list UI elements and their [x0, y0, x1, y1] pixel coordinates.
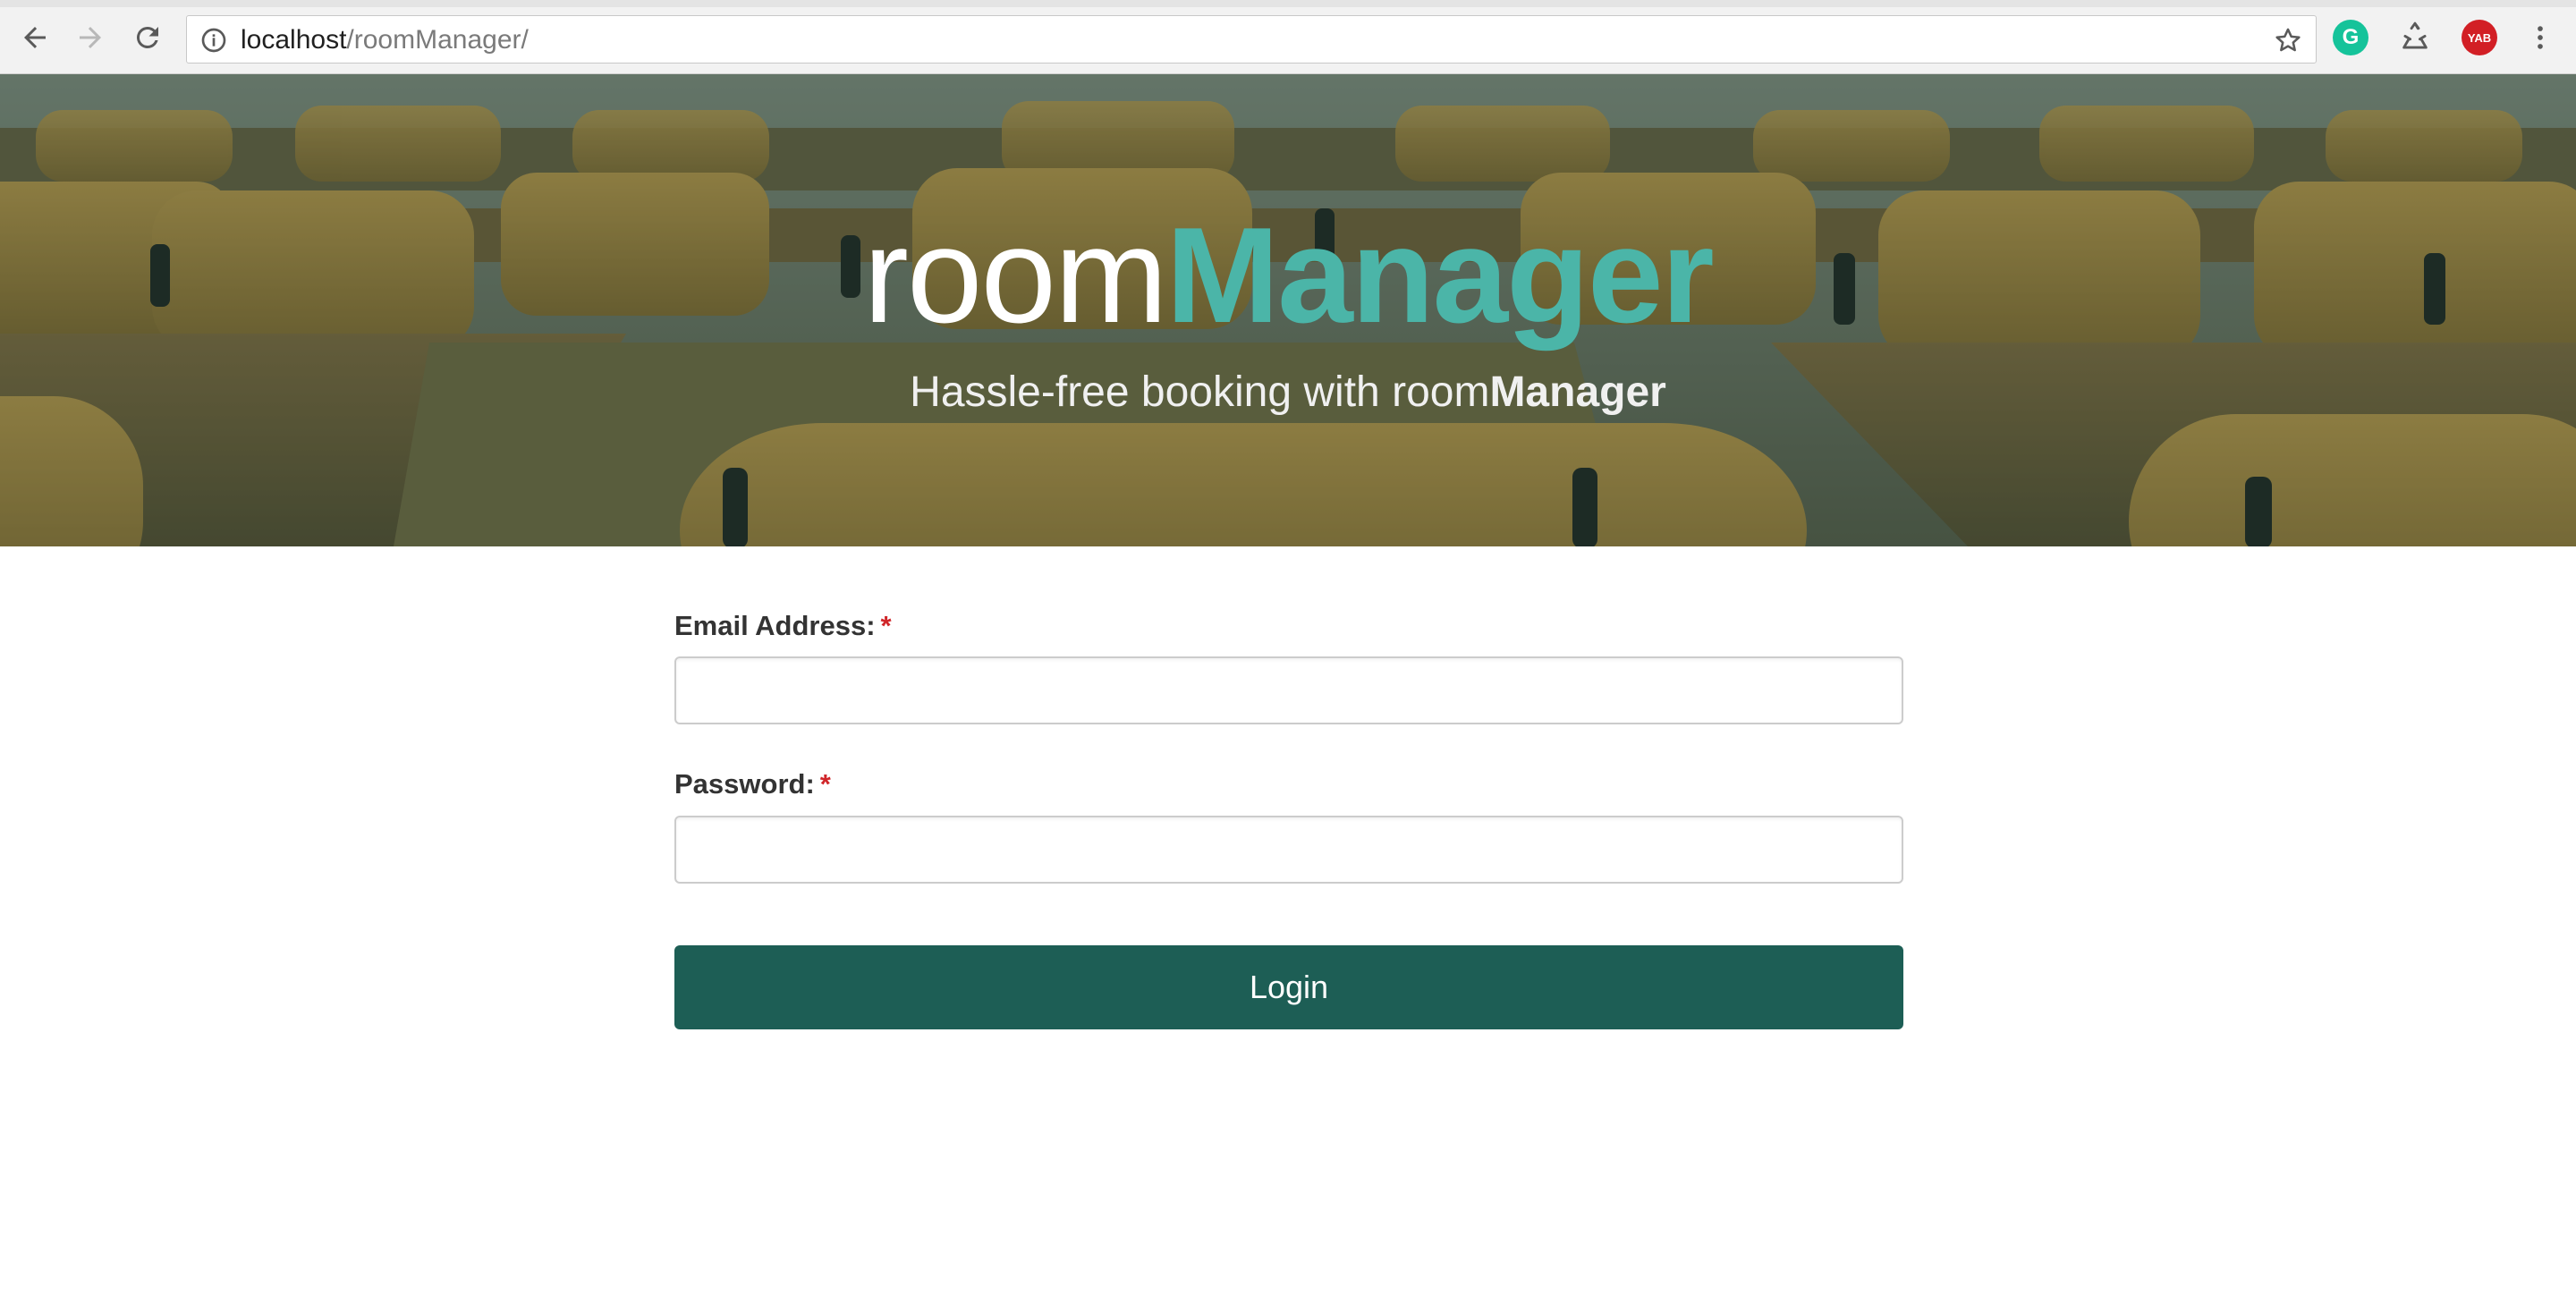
email-required-marker: * [880, 610, 892, 641]
grammarly-extension-icon[interactable]: G [2333, 20, 2368, 55]
hero-banner: roomManager Hassle-free booking with roo… [0, 74, 2576, 546]
grammarly-letter: G [2342, 25, 2360, 49]
url-host: localhost [241, 25, 347, 55]
browser-toolbar: localhost/roomManager/ G YAB [0, 0, 2576, 74]
bookmark-star-icon[interactable] [2273, 25, 2303, 55]
tagline-text: Hassle-free booking with room [910, 368, 1490, 416]
app-title-manager: Manager [1165, 199, 1715, 351]
reload-icon [136, 26, 158, 48]
password-input[interactable] [674, 816, 1903, 884]
tab-strip [0, 0, 2576, 7]
password-label: Password: * [674, 768, 831, 800]
back-arrow-icon [24, 27, 46, 48]
yab-extension-icon[interactable]: YAB [2462, 20, 2497, 55]
login-button[interactable]: Login [674, 945, 1903, 1029]
url-text: localhost/roomManager/ [241, 25, 529, 55]
url-path: /roomManager/ [346, 25, 529, 55]
recycle-extension-icon[interactable] [2397, 20, 2433, 55]
email-input[interactable] [674, 656, 1903, 724]
email-label-text: Email Address: [674, 610, 876, 641]
tagline-brand: Manager [1489, 368, 1666, 416]
app-title: roomManager [0, 204, 2576, 347]
recycle-icon [2402, 21, 2428, 49]
back-button[interactable] [13, 15, 57, 60]
forward-arrow-icon [80, 27, 101, 48]
email-label: Email Address: * [674, 610, 892, 642]
address-bar[interactable]: localhost/roomManager/ [186, 15, 2317, 63]
password-required-marker: * [819, 768, 831, 800]
site-info-icon[interactable] [199, 26, 228, 55]
more-vertical-icon [2538, 26, 2543, 49]
reload-button[interactable] [125, 15, 170, 60]
forward-button[interactable] [68, 15, 113, 60]
app-tagline: Hassle-free booking with roomManager [0, 368, 2576, 418]
password-label-text: Password: [674, 768, 815, 800]
app-title-room: room [863, 199, 1167, 351]
browser-menu-button[interactable] [2522, 20, 2558, 55]
yab-label: YAB [2467, 30, 2492, 45]
